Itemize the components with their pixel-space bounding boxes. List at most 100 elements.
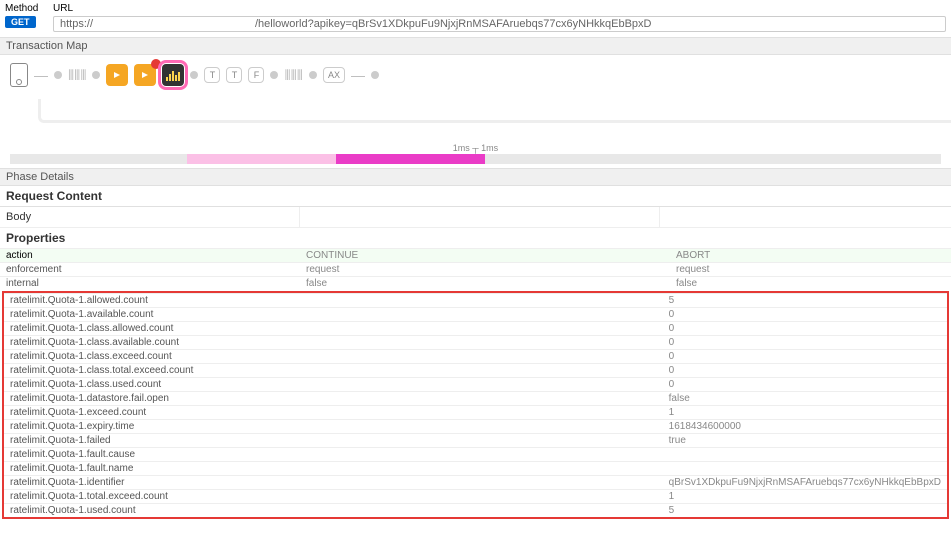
property-row: actionCONTINUEABORT: [0, 249, 951, 263]
phase-details-header: Phase Details: [0, 168, 951, 186]
property-row: ratelimit.Quota-1.expiry.time 16184346000…: [4, 419, 947, 433]
body-label: Body: [0, 207, 300, 227]
property-cell: 0: [663, 307, 947, 321]
property-row: ratelimit.Quota-1.fault.cause: [4, 447, 947, 461]
property-cell: ratelimit.Quota-1.fault.name: [4, 461, 300, 475]
property-cell: [300, 447, 662, 461]
flow-return-arrow: [38, 99, 951, 123]
property-cell: 1: [663, 405, 947, 419]
timeline: 1ms ┬ 1ms: [0, 143, 951, 168]
policy-step-icon[interactable]: [134, 64, 156, 86]
property-cell: ratelimit.Quota-1.datastore.fail.open: [4, 391, 300, 405]
property-row: ratelimit.Quota-1.total.exceed.count1: [4, 489, 947, 503]
property-cell: enforcement: [0, 263, 300, 277]
property-cell: 0: [663, 363, 947, 377]
property-cell: request: [670, 263, 951, 277]
property-cell: ratelimit.Quota-1.class.exceed.count: [4, 349, 300, 363]
policy-quota-icon[interactable]: [162, 64, 184, 86]
property-row: ratelimit.Quota-1.available.count 0: [4, 307, 947, 321]
flow-dot[interactable]: [190, 71, 198, 79]
flow-dash: —: [351, 67, 365, 83]
property-cell: ratelimit.Quota-1.identifier: [4, 475, 300, 489]
property-cell: [663, 447, 947, 461]
property-row: ratelimit.Quota-1.identifierqBrSv1XDkpuF…: [4, 475, 947, 489]
property-cell: 1618434600000: [663, 419, 947, 433]
property-cell: [300, 461, 662, 475]
property-cell: 5: [663, 503, 947, 517]
property-cell: [300, 363, 662, 377]
method-badge[interactable]: GET: [5, 16, 36, 28]
property-cell: ratelimit.Quota-1.used.count: [4, 503, 300, 517]
property-row: internalfalsefalse: [0, 277, 951, 291]
property-cell: false: [663, 391, 947, 405]
property-cell: 0: [663, 321, 947, 335]
flow-dot[interactable]: [54, 71, 62, 79]
property-cell: 0: [663, 377, 947, 391]
body-value: [660, 207, 951, 227]
flow-letter[interactable]: F: [248, 67, 264, 83]
property-cell: request: [300, 263, 670, 277]
property-cell: CONTINUE: [300, 249, 670, 263]
property-row: ratelimit.Quota-1.class.used.count 0: [4, 377, 947, 391]
property-cell: ABORT: [670, 249, 951, 263]
url-input[interactable]: [56, 17, 943, 31]
method-label: Method: [5, 3, 45, 14]
property-row: ratelimit.Quota-1.class.total.exceed.cou…: [4, 363, 947, 377]
property-cell: ratelimit.Quota-1.exceed.count: [4, 405, 300, 419]
timeline-segment[interactable]: [485, 154, 941, 164]
property-cell: [300, 335, 662, 349]
flow-dot[interactable]: [371, 71, 379, 79]
property-cell: 0: [663, 349, 947, 363]
flow-pipe: ⦀⦀⦀: [68, 67, 86, 84]
property-row: ratelimit.Quota-1.datastore.fail.open fal…: [4, 391, 947, 405]
property-row: ratelimit.Quota-1.exceed.count 1: [4, 405, 947, 419]
property-cell: false: [670, 277, 951, 291]
property-row: ratelimit.Quota-1.allowed.count5: [4, 293, 947, 307]
property-cell: [300, 503, 662, 517]
timeline-label: 1ms ┬ 1ms: [10, 143, 941, 153]
flow-dot[interactable]: [309, 71, 317, 79]
property-cell: ratelimit.Quota-1.class.allowed.count: [4, 321, 300, 335]
property-cell: 0: [663, 335, 947, 349]
property-cell: ratelimit.Quota-1.class.available.count: [4, 335, 300, 349]
timeline-segment[interactable]: [336, 154, 485, 164]
timeline-segment[interactable]: [10, 154, 187, 164]
property-cell: [300, 377, 662, 391]
property-cell: action: [0, 249, 300, 263]
flow-dot[interactable]: [92, 71, 100, 79]
property-cell: internal: [0, 277, 300, 291]
timeline-segment[interactable]: [187, 154, 336, 164]
property-cell: ratelimit.Quota-1.fault.cause: [4, 447, 300, 461]
property-cell: [300, 293, 662, 307]
property-cell: [300, 405, 662, 419]
error-badge-icon: [151, 59, 161, 69]
property-cell: ratelimit.Quota-1.available.count: [4, 307, 300, 321]
policy-step-icon[interactable]: [106, 64, 128, 86]
flow-pipe: ⦀⦀⦀: [284, 67, 302, 84]
property-cell: [300, 433, 662, 447]
quota-table: ratelimit.Quota-1.allowed.count5ratelimi…: [4, 293, 947, 518]
property-cell: ratelimit.Quota-1.expiry.time: [4, 419, 300, 433]
request-content-header: Request Content: [0, 186, 951, 207]
property-cell: [663, 461, 947, 475]
body-value: [300, 207, 660, 227]
property-cell: [300, 307, 662, 321]
property-cell: 1: [663, 489, 947, 503]
property-cell: ratelimit.Quota-1.class.used.count: [4, 377, 300, 391]
flow-ax[interactable]: AX: [323, 67, 345, 83]
flow-letter[interactable]: T: [226, 67, 242, 83]
flow-letter[interactable]: T: [204, 67, 220, 83]
flow-dot[interactable]: [270, 71, 278, 79]
property-row: ratelimit.Quota-1.used.count 5: [4, 503, 947, 517]
property-cell: [300, 349, 662, 363]
property-cell: true: [663, 433, 947, 447]
property-row: ratelimit.Quota-1.failed true: [4, 433, 947, 447]
property-row: ratelimit.Quota-1.class.exceed.count 0: [4, 349, 947, 363]
transaction-map: — ⦀⦀⦀ T T F ⦀⦀⦀ AX —: [0, 55, 951, 143]
property-row: ratelimit.Quota-1.class.available.count 0: [4, 335, 947, 349]
property-cell: ratelimit.Quota-1.failed: [4, 433, 300, 447]
url-label: URL: [53, 3, 946, 14]
property-row: enforcementrequestrequest: [0, 263, 951, 277]
property-cell: false: [300, 277, 670, 291]
property-cell: [300, 391, 662, 405]
